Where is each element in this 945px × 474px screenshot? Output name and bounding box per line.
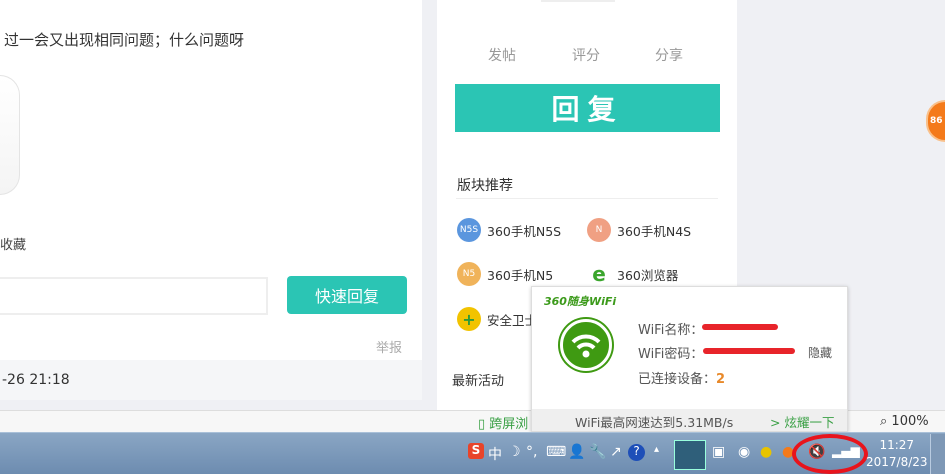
- wifi-popup: 360随身WiFi WiFi名称： WiFi密码： 隐藏 已连接设备：2 WiF…: [531, 286, 848, 432]
- show-desktop-button[interactable]: [930, 434, 945, 474]
- redaction-mark: [702, 324, 778, 330]
- zoom-control[interactable]: ⌕ 100%: [880, 414, 929, 429]
- show-off-link[interactable]: > 炫耀一下: [770, 412, 834, 431]
- cross-screen-label: 跨屏浏: [489, 417, 529, 432]
- avatar: [0, 75, 20, 195]
- floating-badge[interactable]: 86: [926, 100, 945, 142]
- security-guard-icon: +: [457, 307, 481, 331]
- forum-item[interactable]: N5S 360手机N5S: [457, 218, 561, 242]
- redaction-mark: [703, 348, 795, 354]
- forum-label: 安全卫士: [487, 312, 538, 328]
- connected-devices: 已连接设备：2: [638, 368, 725, 387]
- wifi-password-label: WiFi密码：: [638, 347, 704, 362]
- sidebar-top-button[interactable]: [541, 0, 615, 2]
- latest-activity-title: 最新活动: [452, 374, 505, 389]
- post-panel: [0, 0, 422, 400]
- quick-reply-input[interactable]: [0, 277, 268, 315]
- n5-icon: N5: [457, 262, 481, 286]
- post-date: -26 21:18: [0, 360, 422, 400]
- post-action[interactable]: 发帖: [488, 45, 516, 65]
- network-app-icon[interactable]: ▣: [712, 444, 725, 460]
- post-content: 过一会又出现相同问题；什么问题呀: [4, 31, 245, 49]
- wrench-icon[interactable]: 🔧: [589, 444, 606, 460]
- date: 2017/8/23: [866, 455, 928, 469]
- forum-label: 360浏览器: [617, 267, 679, 283]
- report-link[interactable]: 举报: [376, 337, 402, 356]
- clock[interactable]: 11:27 2017/8/23: [866, 437, 928, 471]
- share-icon[interactable]: ↗: [610, 444, 622, 460]
- cross-screen-button[interactable]: ▯ 跨屏浏: [478, 413, 528, 432]
- punctuation-icon[interactable]: °,: [526, 444, 537, 460]
- ime-mode[interactable]: 中: [488, 444, 502, 464]
- hide-password-button[interactable]: 隐藏: [808, 344, 832, 361]
- red-annotation-circle: [792, 434, 868, 474]
- devices-count: 2: [716, 372, 726, 387]
- divider: [456, 198, 718, 199]
- favorite-link[interactable]: 收藏: [0, 234, 26, 253]
- moon-icon[interactable]: ☽: [508, 444, 521, 460]
- user-icon[interactable]: 👤: [568, 444, 585, 460]
- forum-item[interactable]: e 360浏览器: [587, 262, 678, 286]
- forum-item[interactable]: N5 360手机N5: [457, 262, 553, 286]
- wifi-icon: [560, 319, 612, 371]
- reply-button[interactable]: 回复: [455, 84, 720, 132]
- quick-reply-button[interactable]: 快速回复: [287, 276, 407, 314]
- forum-label: 360手机N5S: [487, 223, 562, 239]
- security-icon[interactable]: ●: [760, 444, 772, 460]
- 360-wifi-tray-icon[interactable]: [674, 440, 706, 470]
- section-title: 版块推荐: [457, 178, 513, 194]
- wifi-name-label: WiFi名称：: [638, 323, 704, 338]
- n5s-icon: N5S: [457, 218, 481, 242]
- app-icon[interactable]: ◉: [738, 444, 750, 460]
- popup-footer: WiFi最高网速达到5.31MB/s > 炫耀一下: [532, 409, 847, 431]
- rate-action[interactable]: 评分: [572, 45, 600, 65]
- magnifier-icon: ⌕: [880, 414, 888, 429]
- browser-icon: e: [587, 262, 611, 286]
- show-hidden-icons[interactable]: ▴: [654, 444, 659, 455]
- devices-label: 已连接设备：: [638, 372, 717, 387]
- zoom-level: 100%: [891, 414, 929, 429]
- sogou-ime-icon[interactable]: S: [468, 443, 484, 459]
- forum-label: 360手机N5: [487, 267, 554, 283]
- forum-label: 360手机N4S: [617, 223, 692, 239]
- speed-text: WiFi最高网速达到5.31MB/s: [575, 415, 734, 430]
- keyboard-icon[interactable]: ⌨: [546, 444, 566, 460]
- help-icon[interactable]: ?: [628, 444, 645, 461]
- time: 11:27: [879, 438, 915, 452]
- brand-logo: 360随身WiFi: [544, 295, 617, 308]
- n4s-icon: N: [587, 218, 611, 242]
- phone-icon: ▯: [478, 417, 486, 432]
- forum-item[interactable]: + 安全卫士: [457, 307, 537, 331]
- share-action[interactable]: 分享: [655, 45, 683, 65]
- forum-item[interactable]: N 360手机N4S: [587, 218, 691, 242]
